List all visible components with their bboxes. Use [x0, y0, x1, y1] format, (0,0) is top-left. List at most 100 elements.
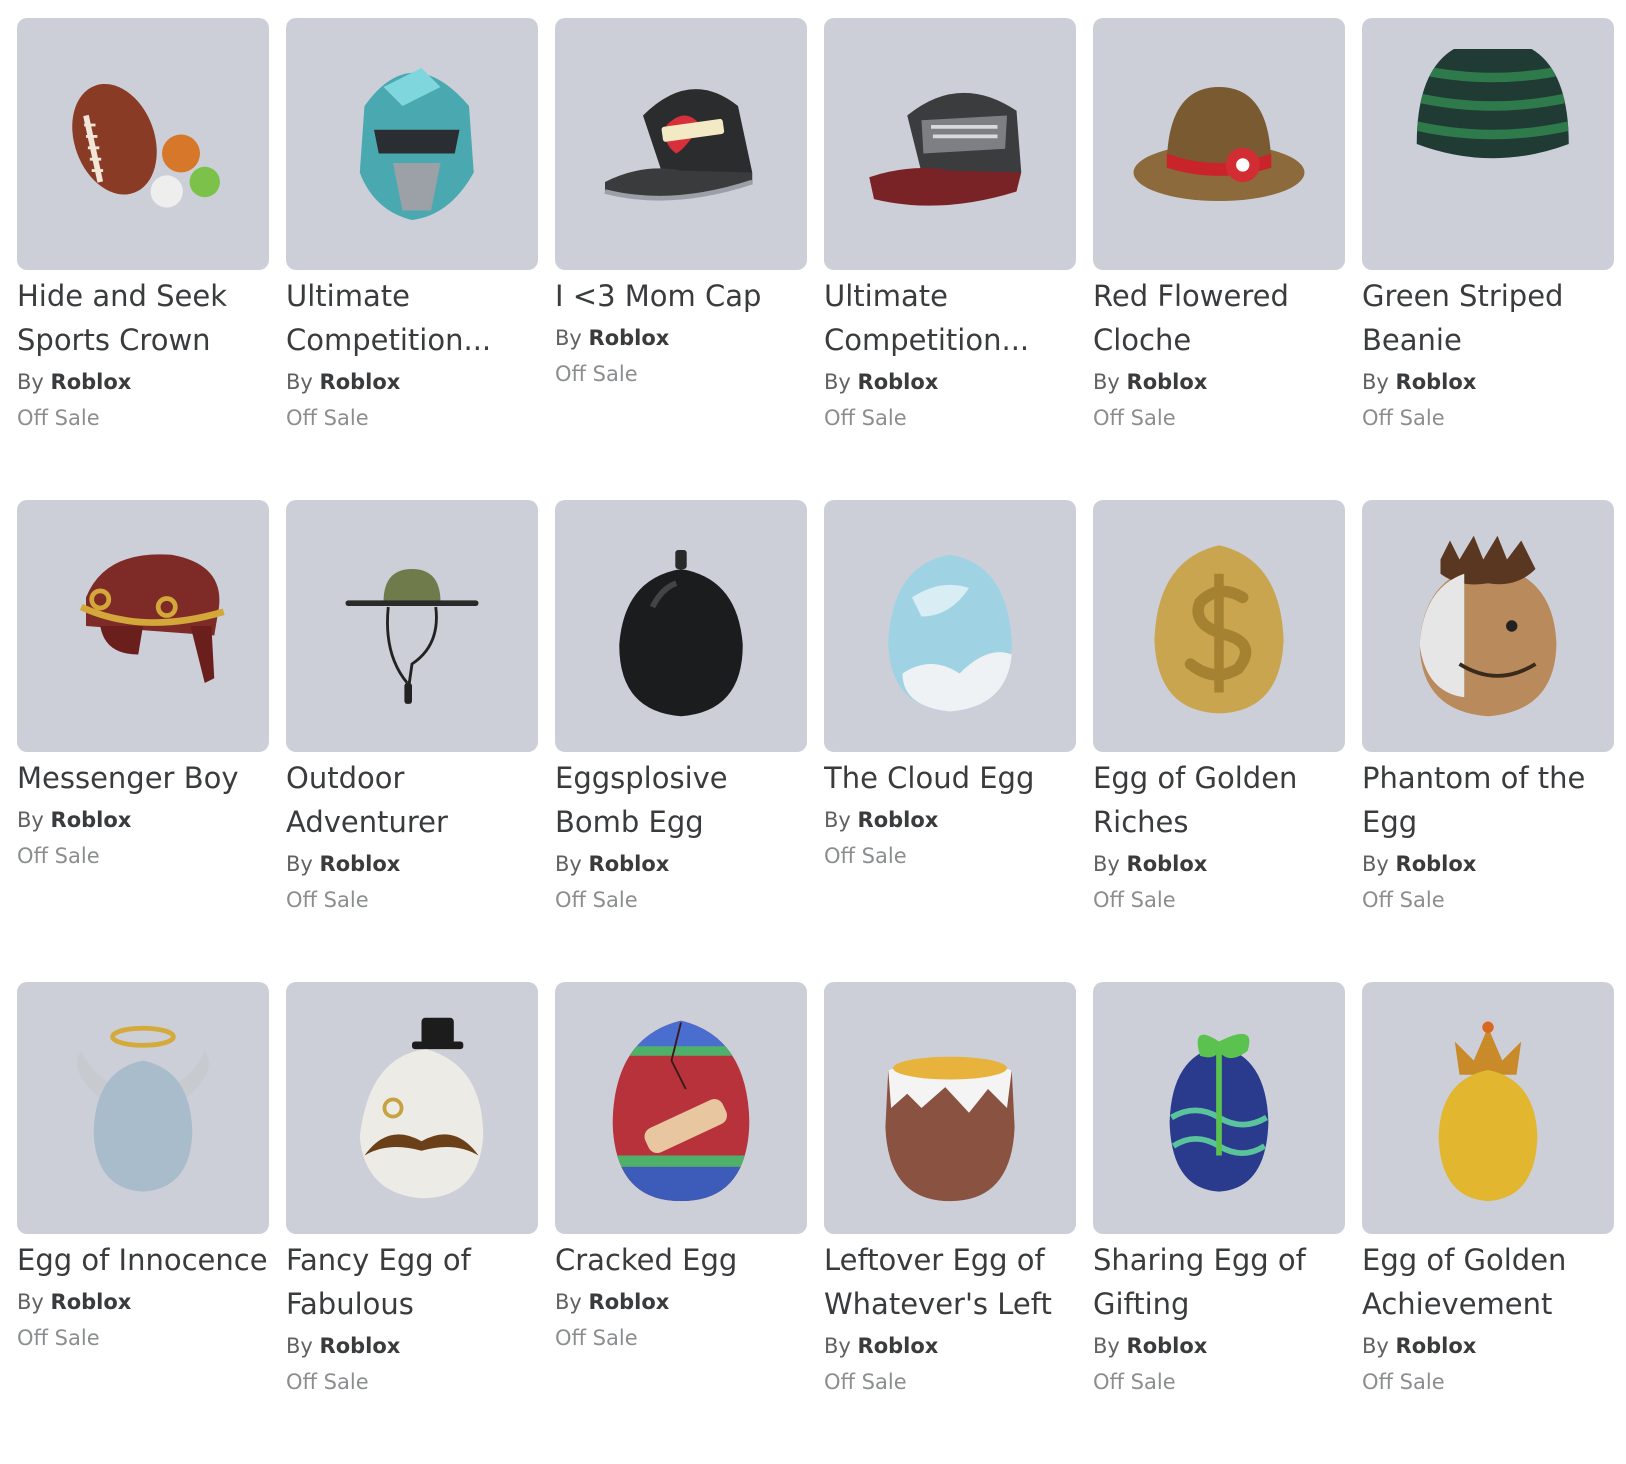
catalog-grid: Hide and Seek Sports Crown By Roblox Off… — [17, 18, 1614, 1464]
creator-prefix: By — [555, 1290, 582, 1314]
item-thumbnail[interactable] — [17, 982, 269, 1234]
item-name[interactable]: I <3 Mom Cap — [555, 274, 807, 318]
creator-link[interactable]: Roblox — [858, 370, 939, 394]
creator-prefix: By — [17, 370, 44, 394]
item-name[interactable]: Red Flowered Cloche — [1093, 274, 1345, 362]
item-card[interactable]: Phantom of the Egg By Roblox Off Sale — [1362, 500, 1614, 982]
item-creator: By Roblox — [1362, 364, 1614, 400]
item-card[interactable]: Egg of Golden Riches By Roblox Off Sale — [1093, 500, 1345, 982]
item-name[interactable]: Egg of Innocence — [17, 1238, 269, 1282]
item-thumbnail[interactable] — [555, 500, 807, 752]
item-name[interactable]: Green Striped Beanie — [1362, 274, 1614, 362]
item-status: Off Sale — [17, 844, 100, 868]
creator-prefix: By — [824, 808, 851, 832]
item-name[interactable]: Fancy Egg of Fabulous — [286, 1238, 538, 1326]
item-status: Off Sale — [286, 406, 369, 430]
item-status: Off Sale — [555, 888, 638, 912]
item-thumbnail[interactable] — [17, 500, 269, 752]
item-card[interactable]: I <3 Mom Cap By Roblox Off Sale — [555, 18, 807, 500]
messenger-hat-icon — [79, 554, 225, 683]
item-card[interactable]: Ultimate Competition... By Roblox Off Sa… — [824, 18, 1076, 500]
creator-link[interactable]: Roblox — [589, 852, 670, 876]
item-creator: By Roblox — [286, 1328, 538, 1364]
creator-link[interactable]: Roblox — [320, 370, 401, 394]
creator-link[interactable]: Roblox — [1396, 1334, 1477, 1358]
item-name[interactable]: Eggsplosive Bomb Egg — [555, 756, 807, 844]
item-status: Off Sale — [1362, 406, 1445, 430]
creator-link[interactable]: Roblox — [51, 808, 132, 832]
item-card[interactable]: Eggsplosive Bomb Egg By Roblox Off Sale — [555, 500, 807, 982]
item-creator: By Roblox — [555, 320, 807, 356]
creator-link[interactable]: Roblox — [320, 852, 401, 876]
creator-link[interactable]: Roblox — [858, 1334, 939, 1358]
item-thumbnail[interactable] — [17, 18, 269, 270]
creator-prefix: By — [17, 1290, 44, 1314]
item-name[interactable]: Hide and Seek Sports Crown — [17, 274, 269, 362]
creator-link[interactable]: Roblox — [1127, 1334, 1208, 1358]
item-card[interactable]: Egg of Golden Achievement By Roblox Off … — [1362, 982, 1614, 1464]
creator-prefix: By — [555, 326, 582, 350]
item-name[interactable]: Sharing Egg of Gifting — [1093, 1238, 1345, 1326]
item-card[interactable]: Red Flowered Cloche By Roblox Off Sale — [1093, 18, 1345, 500]
creator-link[interactable]: Roblox — [1396, 370, 1477, 394]
item-name[interactable]: The Cloud Egg — [824, 756, 1076, 800]
item-thumbnail[interactable] — [824, 18, 1076, 270]
item-thumbnail[interactable] — [555, 982, 807, 1234]
item-status: Off Sale — [286, 888, 369, 912]
creator-link[interactable]: Roblox — [858, 808, 939, 832]
item-thumbnail[interactable] — [824, 982, 1076, 1234]
item-card[interactable]: Hide and Seek Sports Crown By Roblox Off… — [17, 18, 269, 500]
helmet-icon — [359, 68, 474, 220]
creator-link[interactable]: Roblox — [589, 1290, 670, 1314]
creator-prefix: By — [17, 808, 44, 832]
item-thumbnail[interactable] — [1362, 18, 1614, 270]
item-card[interactable]: Fancy Egg of Fabulous By Roblox Off Sale — [286, 982, 538, 1464]
fancy-egg-icon — [359, 1017, 484, 1199]
item-name[interactable]: Egg of Golden Achievement — [1362, 1238, 1614, 1326]
item-status: Off Sale — [1093, 1370, 1176, 1394]
item-thumbnail[interactable] — [1093, 18, 1345, 270]
creator-link[interactable]: Roblox — [320, 1334, 401, 1358]
item-status: Off Sale — [555, 1326, 638, 1350]
phantom-egg-icon — [1419, 535, 1557, 717]
item-card[interactable]: Cracked Egg By Roblox Off Sale — [555, 982, 807, 1464]
item-status: Off Sale — [17, 1326, 100, 1350]
item-name[interactable]: Ultimate Competition... — [824, 274, 1076, 362]
item-thumbnail[interactable] — [286, 500, 538, 752]
creator-link[interactable]: Roblox — [51, 370, 132, 394]
item-thumbnail[interactable] — [555, 18, 807, 270]
creator-link[interactable]: Roblox — [1396, 852, 1477, 876]
creator-link[interactable]: Roblox — [51, 1290, 132, 1314]
item-card[interactable]: Green Striped Beanie By Roblox Off Sale — [1362, 18, 1614, 500]
item-thumbnail[interactable] — [1093, 982, 1345, 1234]
item-name[interactable]: Leftover Egg of Whatever's Left — [824, 1238, 1076, 1326]
creator-prefix: By — [555, 852, 582, 876]
item-thumbnail[interactable] — [1362, 982, 1614, 1234]
item-thumbnail[interactable] — [824, 500, 1076, 752]
item-name[interactable]: Egg of Golden Riches — [1093, 756, 1345, 844]
item-name[interactable]: Cracked Egg — [555, 1238, 807, 1282]
item-card[interactable]: Outdoor Adventurer By Roblox Off Sale — [286, 500, 538, 982]
item-status: Off Sale — [1362, 1370, 1445, 1394]
item-name[interactable]: Outdoor Adventurer — [286, 756, 538, 844]
item-thumbnail[interactable] — [1362, 500, 1614, 752]
cap-icon — [869, 92, 1022, 206]
creator-prefix: By — [1362, 1334, 1389, 1358]
item-thumbnail[interactable] — [286, 982, 538, 1234]
item-thumbnail[interactable] — [1093, 500, 1345, 752]
creator-link[interactable]: Roblox — [1127, 370, 1208, 394]
item-name[interactable]: Messenger Boy — [17, 756, 269, 800]
creator-link[interactable]: Roblox — [1127, 852, 1208, 876]
cracked-egg-icon — [612, 1020, 750, 1202]
item-card[interactable]: Sharing Egg of Gifting By Roblox Off Sal… — [1093, 982, 1345, 1464]
item-card[interactable]: Ultimate Competition... By Roblox Off Sa… — [286, 18, 538, 500]
creator-prefix: By — [824, 1334, 851, 1358]
creator-link[interactable]: Roblox — [589, 326, 670, 350]
item-card[interactable]: The Cloud Egg By Roblox Off Sale — [824, 500, 1076, 982]
item-thumbnail[interactable] — [286, 18, 538, 270]
item-name[interactable]: Phantom of the Egg — [1362, 756, 1614, 844]
item-card[interactable]: Messenger Boy By Roblox Off Sale — [17, 500, 269, 982]
item-name[interactable]: Ultimate Competition... — [286, 274, 538, 362]
item-card[interactable]: Egg of Innocence By Roblox Off Sale — [17, 982, 269, 1464]
item-card[interactable]: Leftover Egg of Whatever's Left By Roblo… — [824, 982, 1076, 1464]
